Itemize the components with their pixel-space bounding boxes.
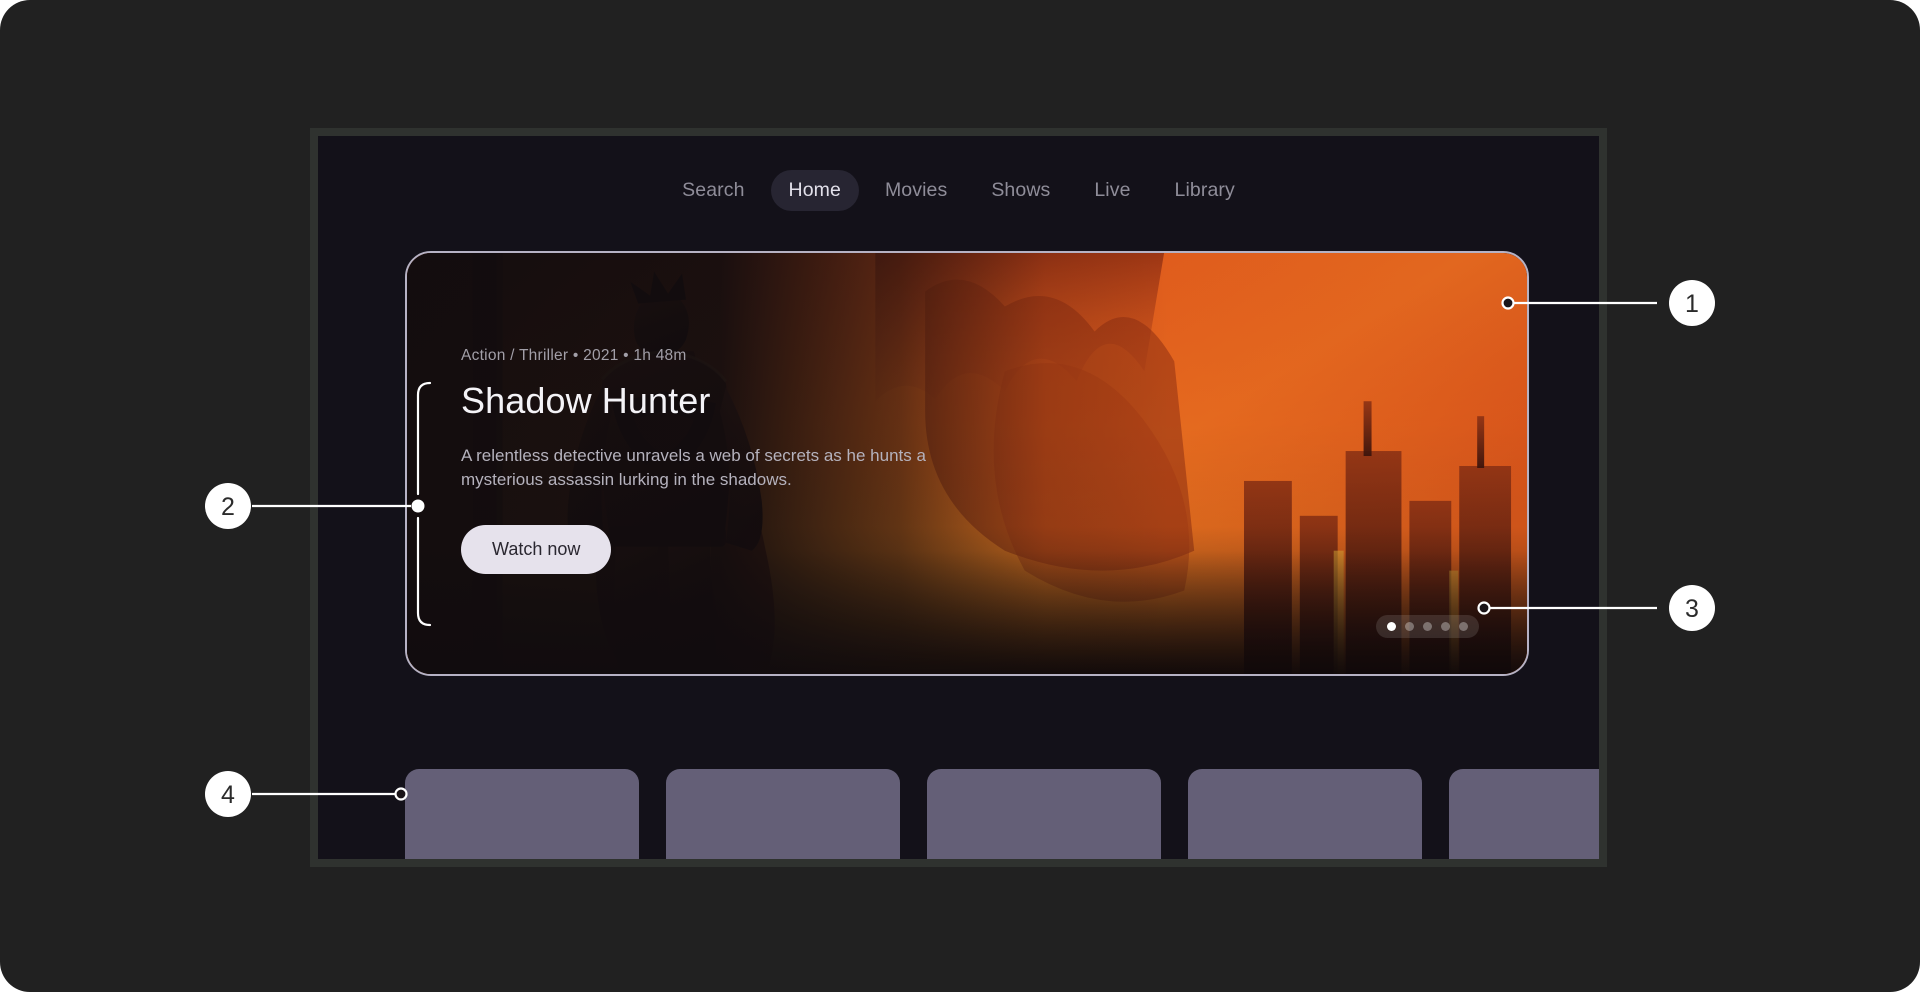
- hero-title: Shadow Hunter: [461, 380, 711, 421]
- nav-item-shows[interactable]: Shows: [973, 170, 1068, 211]
- thumbnail-card[interactable]: [1449, 769, 1599, 859]
- callout-number-4: 4: [221, 781, 235, 809]
- carousel-dot-3[interactable]: [1423, 622, 1432, 631]
- thumbnail-card[interactable]: [666, 769, 900, 859]
- nav-item-search[interactable]: Search: [664, 170, 762, 211]
- nav-item-home[interactable]: Home: [770, 170, 859, 211]
- thumbnail-card[interactable]: [405, 769, 639, 859]
- nav-item-library[interactable]: Library: [1157, 170, 1253, 211]
- nav-item-movies[interactable]: Movies: [867, 170, 965, 211]
- carousel-dot-4[interactable]: [1441, 622, 1450, 631]
- hero-text-block: Action / Thriller • 2021 • 1h 48m Shadow…: [461, 347, 981, 575]
- hero-card[interactable]: Action / Thriller • 2021 • 1h 48m Shadow…: [405, 251, 1529, 676]
- page-canvas: Search Home Movies Shows Live Library Ac…: [0, 0, 1920, 992]
- thumbnail-rail[interactable]: [405, 769, 1599, 859]
- tv-device-frame: Search Home Movies Shows Live Library Ac…: [310, 128, 1607, 867]
- callout-number-1: 1: [1685, 290, 1699, 318]
- carousel-dot-2[interactable]: [1405, 622, 1414, 631]
- hero-description: A relentless detective unravels a web of…: [461, 446, 926, 490]
- nav-item-live[interactable]: Live: [1076, 170, 1148, 211]
- primary-navigation: Search Home Movies Shows Live Library: [318, 170, 1599, 211]
- thumbnail-card[interactable]: [1188, 769, 1422, 859]
- carousel-dots[interactable]: [1376, 615, 1479, 638]
- watch-now-button[interactable]: Watch now: [461, 525, 612, 575]
- hero-meta-line: Action / Thriller • 2021 • 1h 48m: [461, 347, 687, 364]
- carousel-dot-5[interactable]: [1459, 622, 1468, 631]
- carousel-dot-1[interactable]: [1387, 622, 1396, 631]
- tv-screen: Search Home Movies Shows Live Library Ac…: [318, 136, 1599, 859]
- callout-number-2: 2: [221, 493, 235, 521]
- thumbnail-card[interactable]: [927, 769, 1161, 859]
- callout-number-3: 3: [1685, 595, 1699, 623]
